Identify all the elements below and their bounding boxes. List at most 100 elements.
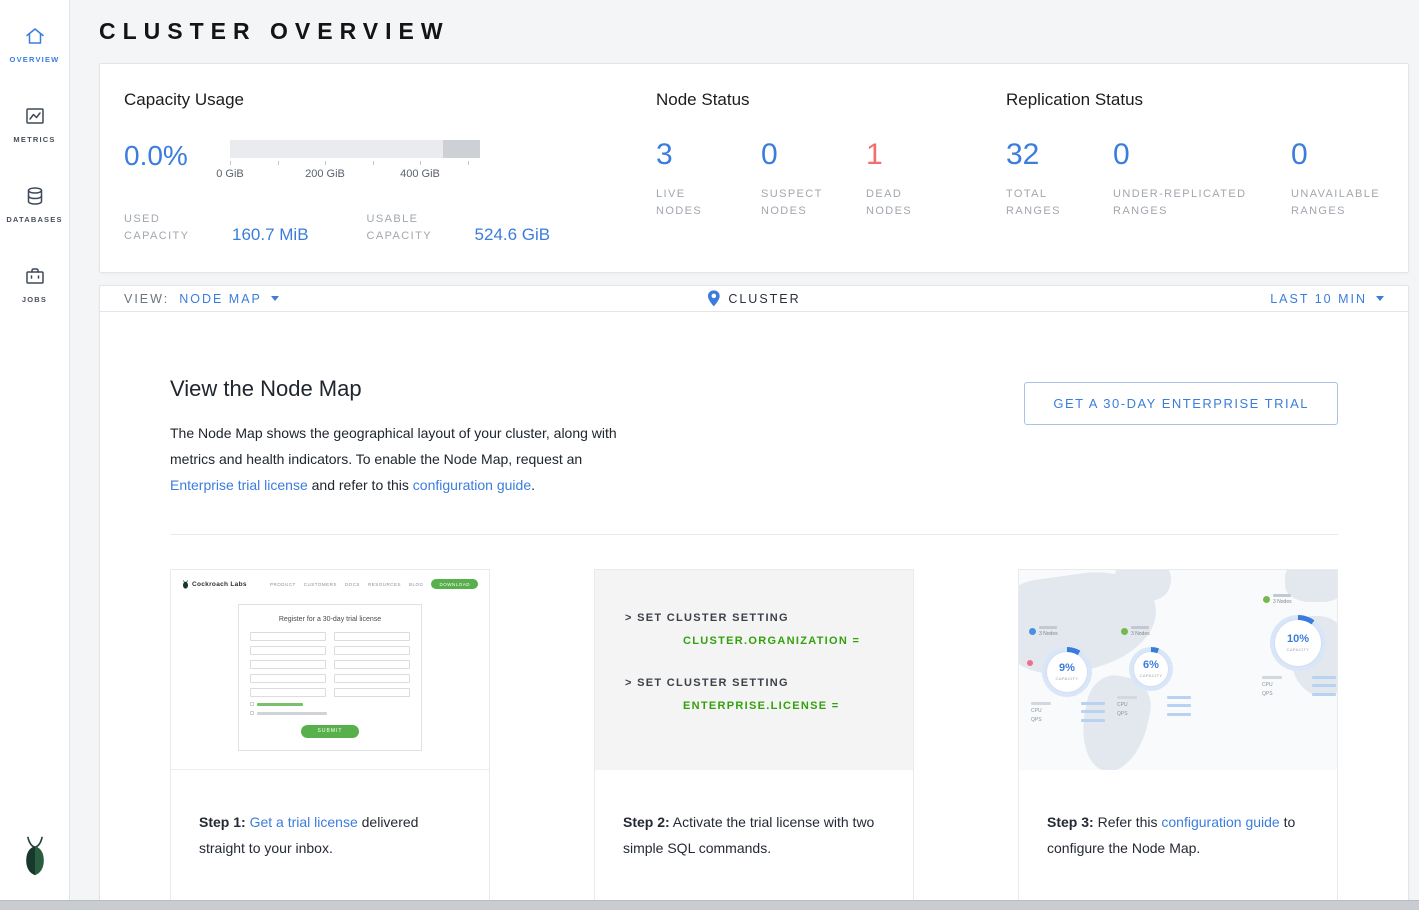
- dead-nodes-value: 1: [866, 138, 883, 171]
- capacity-usage-section: Capacity Usage 0.0% 0 GiB 200 GiB 400 Gi…: [124, 90, 656, 242]
- nav-item: RESOURCES: [368, 582, 401, 587]
- capacity-bar-segment: [443, 140, 481, 158]
- live-nodes-label: LIVE NODES: [656, 186, 714, 220]
- suspect-nodes-stat: 0 SUSPECT NODES: [761, 140, 866, 220]
- region-node-count: 3 Nodes: [1273, 599, 1292, 605]
- node-map-panel: View the Node Map The Node Map shows the…: [100, 312, 1408, 904]
- submit-button-preview: SUBMIT: [301, 725, 359, 738]
- used-capacity-value: 160.7 MiB: [232, 225, 309, 245]
- live-nodes-value: 3: [656, 138, 673, 171]
- view-selector[interactable]: NODE MAP: [179, 292, 279, 306]
- capacity-tick-400: 400 GiB: [400, 168, 440, 180]
- mini-site-nav: PRODUCT CUSTOMERS DOCS RESOURCES BLOG DO…: [270, 579, 478, 589]
- cockroach-mini-logo-icon: [182, 580, 189, 589]
- nav-item: CUSTOMERS: [304, 582, 337, 587]
- sql-command: > SET CLUSTER SETTING: [625, 677, 913, 689]
- cockroach-labs-logo: [19, 835, 51, 882]
- main-content: CLUSTER OVERVIEW Capacity Usage 0.0% 0 G…: [71, 0, 1419, 900]
- capacity-tick-200: 200 GiB: [305, 168, 345, 180]
- map-region-label: 3 Nodes: [1263, 594, 1292, 605]
- dead-nodes-label: DEAD NODES: [866, 186, 924, 220]
- view-selector-value: NODE MAP: [179, 292, 262, 306]
- home-icon: [23, 24, 47, 48]
- get-trial-license-link[interactable]: Get a trial license: [250, 814, 358, 830]
- replication-status-section: Replication Status 32 TOTAL RANGES 0 UND…: [1006, 90, 1384, 242]
- region-capacity-label: CAPACITY: [1140, 673, 1163, 678]
- time-range-value: LAST 10 MIN: [1270, 292, 1367, 306]
- node-status-title: Node Status: [656, 90, 1006, 110]
- usable-capacity-label: USABLE CAPACITY: [367, 211, 451, 245]
- capacity-tick-0: 0 GiB: [216, 168, 244, 180]
- enterprise-trial-button[interactable]: GET A 30-DAY ENTERPRISE TRIAL: [1024, 382, 1338, 425]
- sql-setting: CLUSTER.ORGANIZATION =: [625, 635, 913, 647]
- region-stats: CPU QPS: [1262, 676, 1336, 700]
- cpu-row-label: CPU: [1262, 682, 1273, 688]
- view-label: VIEW:: [124, 292, 169, 306]
- description-text: .: [531, 477, 535, 493]
- sidebar-item-metrics[interactable]: METRICS: [0, 94, 70, 174]
- under-replicated-ranges-value: 0: [1113, 138, 1130, 171]
- region-stats: CPU QPS: [1117, 696, 1191, 720]
- region-capacity-donut: 10% CAPACITY: [1270, 615, 1326, 671]
- capacity-usage-title: Capacity Usage: [124, 90, 656, 110]
- region-capacity-donut: 9% CAPACITY: [1042, 647, 1092, 697]
- configuration-guide-link[interactable]: configuration guide: [413, 477, 531, 493]
- replication-status-title: Replication Status: [1006, 90, 1384, 110]
- capacity-used-percent: 0.0%: [124, 140, 216, 183]
- step3-node-map-preview: 3 Nodes 9% CAPACITY CPU QPS: [1019, 570, 1337, 770]
- chevron-down-icon: [271, 296, 279, 301]
- qps-row-label: QPS: [1262, 691, 1273, 697]
- region-capacity-label: CAPACITY: [1287, 647, 1310, 652]
- briefcase-icon: [23, 264, 47, 288]
- region-stats: CPU QPS: [1031, 702, 1105, 726]
- cpu-row-label: CPU: [1117, 702, 1128, 708]
- view-card: VIEW: NODE MAP CLUSTER LAST 10 MIN View …: [99, 285, 1409, 905]
- region-capacity-donut: 6% CAPACITY: [1129, 647, 1173, 691]
- time-range-selector[interactable]: LAST 10 MIN: [1270, 292, 1384, 306]
- nav-item: DOCS: [345, 582, 360, 587]
- suspect-node-dot-icon: [1027, 660, 1033, 666]
- node-map-title: View the Node Map: [170, 376, 644, 402]
- total-ranges-stat: 32 TOTAL RANGES: [1006, 140, 1113, 220]
- sidebar-item-jobs[interactable]: JOBS: [0, 254, 70, 334]
- step2-code-block: > SET CLUSTER SETTING CLUSTER.ORGANIZATI…: [595, 570, 913, 770]
- horizontal-scrollbar[interactable]: [0, 900, 1419, 910]
- cpu-row-label: CPU: [1031, 708, 1042, 714]
- cluster-breadcrumb[interactable]: CLUSTER: [707, 290, 800, 307]
- sql-command: > SET CLUSTER SETTING: [625, 612, 913, 624]
- under-replicated-ranges-label: UNDER-REPLICATED RANGES: [1113, 186, 1263, 220]
- nav-item: BLOG: [409, 582, 424, 587]
- view-toolbar: VIEW: NODE MAP CLUSTER LAST 10 MIN: [100, 286, 1408, 312]
- sidebar-item-overview[interactable]: OVERVIEW: [0, 14, 70, 94]
- nav-item: PRODUCT: [270, 582, 296, 587]
- sidebar-item-databases[interactable]: DATABASES: [0, 174, 70, 254]
- step2-caption: Step 2: Activate the trial license with …: [595, 784, 913, 889]
- region-node-count: 3 Nodes: [1039, 631, 1058, 637]
- cockroach-labs-brand: Cockroach Labs: [182, 580, 247, 589]
- qps-row-label: QPS: [1031, 717, 1042, 723]
- step1-caption: Step 1: Get a trial license delivered st…: [171, 784, 489, 889]
- enterprise-trial-license-link[interactable]: Enterprise trial license: [170, 477, 308, 493]
- node-locality-dot-icon: [1029, 628, 1036, 635]
- step1-label: Step 1:: [199, 814, 246, 830]
- page-title: CLUSTER OVERVIEW: [99, 18, 1409, 45]
- unavailable-ranges-value: 0: [1291, 138, 1308, 171]
- sql-setting: ENTERPRISE.LICENSE =: [625, 700, 913, 712]
- dead-nodes-stat: 1 DEAD NODES: [866, 140, 1006, 220]
- database-icon: [23, 184, 47, 208]
- brand-text: Cockroach Labs: [192, 581, 247, 588]
- step2-label: Step 2:: [623, 814, 670, 830]
- registration-form-title: Register for a 30-day trial license: [250, 616, 410, 623]
- cluster-breadcrumb-label: CLUSTER: [728, 292, 800, 306]
- map-region-label: 3 Nodes: [1121, 626, 1150, 637]
- step3-label: Step 3:: [1047, 814, 1094, 830]
- region-capacity-label: CAPACITY: [1056, 676, 1079, 681]
- sidebar: OVERVIEW METRICS DATABASES JOBS: [0, 0, 70, 900]
- region-capacity-percent: 9%: [1059, 663, 1075, 674]
- suspect-nodes-value: 0: [761, 138, 778, 171]
- sidebar-item-label: DATABASES: [6, 215, 62, 224]
- configuration-guide-link[interactable]: configuration guide: [1161, 814, 1279, 830]
- region-capacity-percent: 6%: [1143, 660, 1159, 671]
- sidebar-item-label: JOBS: [22, 295, 47, 304]
- under-replicated-ranges-stat: 0 UNDER-REPLICATED RANGES: [1113, 140, 1291, 220]
